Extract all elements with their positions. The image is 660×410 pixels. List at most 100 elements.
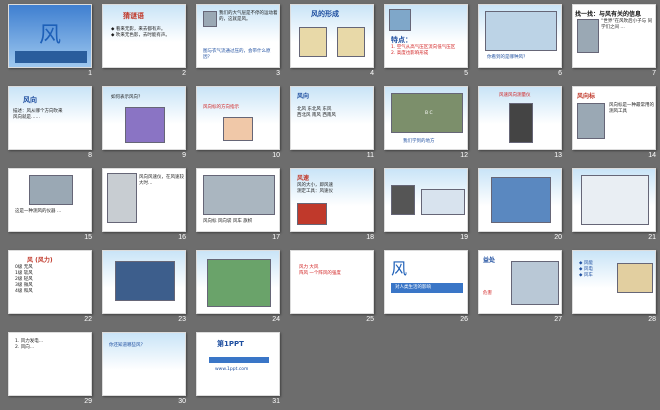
slide-thumbnail[interactable]: 这是一种测风的仪器 …: [8, 168, 92, 232]
slide-19[interactable]: 19: [384, 168, 480, 248]
slide-thumbnail[interactable]: 你还知道哪些风？: [102, 332, 186, 396]
slide-13[interactable]: 风速风向测量仪 13: [478, 86, 574, 166]
slide-14[interactable]: 风向标 风向标是一种最常用的测风工具 14: [572, 86, 660, 166]
slide-thumbnail[interactable]: 风向 北风 东北风 东风 西北风 南风 西南风: [290, 86, 374, 150]
slide-thumbnail[interactable]: 风 (风力) 0级 无风 1级 软风 2级 轻风 3级 微风 4级 和风: [8, 250, 92, 314]
slide-thumbnail[interactable]: [102, 250, 186, 314]
slide-29[interactable]: 1. 风力发电… 2. 风向… 29: [8, 332, 104, 410]
diagram-image: [223, 117, 253, 141]
slide-thumbnail[interactable]: 特点： 1. 空气从高气压区流向低气压区 2. 高度也影响形成: [384, 4, 468, 68]
photo: [485, 11, 557, 51]
slide-thumbnail[interactable]: 我们的大气层是不停的运动着的，这就是风。 图与衣气流通过压的，会带什么原因？: [196, 4, 280, 68]
slide-thumbnail[interactable]: 猜谜语 ◆ 看来无影，来去都有声。 ◆ 吹来无色影，去时能有声。: [102, 4, 186, 68]
slide-12[interactable]: B C 我们学到的地方 12: [384, 86, 480, 166]
slide-thumbnail[interactable]: 益处 危害: [478, 250, 562, 314]
slide-thumbnail[interactable]: [384, 168, 468, 232]
slide-9[interactable]: 如何表示风向？ 9: [102, 86, 198, 166]
slide-thumbnail[interactable]: 风 对人类生活的影响: [384, 250, 468, 314]
slide-30[interactable]: 你还知道哪些风？ 30: [102, 332, 198, 410]
banner: [209, 357, 269, 363]
slide-thumbnail[interactable]: 风向 描述：风从哪个方向吹来 风向就是……: [8, 86, 92, 150]
diagram-image: [299, 27, 327, 57]
slide-title: 特点：: [391, 36, 412, 44]
slide-number: 29: [84, 398, 92, 405]
slide-thumbnail[interactable]: 风力 大风 阵风 一个阵风的强度: [290, 250, 374, 314]
slide-3[interactable]: 我们的大气层是不停的运动着的，这就是风。 图与衣气流通过压的，会带什么原因？ 3: [196, 4, 292, 84]
slide-thumbnail[interactable]: 风的形成: [290, 4, 374, 68]
slide-thumbnail[interactable]: 1. 风力发电… 2. 风向…: [8, 332, 92, 396]
photo: [617, 263, 653, 293]
slide-16[interactable]: 风向风速仪，在风速较大时… 16: [102, 168, 198, 248]
slide-6[interactable]: 你看到的是哪种风？ 6: [478, 4, 574, 84]
photo: [203, 11, 217, 27]
slide-27[interactable]: 益处 危害 27: [478, 250, 574, 330]
slide-text: B C: [425, 111, 433, 116]
slide-28[interactable]: ◆ 风能 ◆ 风电 ◆ 风车 28: [572, 250, 660, 330]
slide-thumbnail[interactable]: 风速 风的大小，即风速 测定工具：风速仪: [290, 168, 374, 232]
slide-text: ◆ 风能 ◆ 风电 ◆ 风车: [579, 261, 593, 278]
slide-thumbnail[interactable]: 找一找：与风有关的信息 “世界”在风吹后小子与 同学们之间 …: [572, 4, 656, 68]
slide-thumbnail[interactable]: 风向风速仪，在风速较大时…: [102, 168, 186, 232]
photo: [297, 203, 327, 225]
photo: [203, 175, 275, 215]
slide-number: 22: [84, 316, 92, 323]
slide-31[interactable]: 第1PPT www.1ppt.com 31: [196, 332, 292, 410]
slide-number: 15: [84, 234, 92, 241]
slide-text: 这是一种测风的仪器 …: [15, 209, 62, 214]
slide-24[interactable]: 24: [196, 250, 292, 330]
slide-thumbnail[interactable]: 风: [8, 4, 92, 68]
slide-8[interactable]: 风向 描述：风从哪个方向吹来 风向就是…… 8: [8, 86, 104, 166]
slide-caption: 图与衣气流通过压的，会带什么原因？: [203, 49, 271, 60]
slide-thumbnail[interactable]: [572, 168, 656, 232]
slide-21[interactable]: 21: [572, 168, 660, 248]
slide-1[interactable]: 风 1: [8, 4, 104, 84]
slide-title: 风向: [297, 93, 310, 100]
slide-4[interactable]: 风的形成 4: [290, 4, 386, 84]
slide-thumbnail[interactable]: 如何表示风向？: [102, 86, 186, 150]
slide-15[interactable]: 这是一种测风的仪器 … 15: [8, 168, 104, 248]
photo: [511, 261, 559, 305]
slide-thumbnail[interactable]: B C 我们学到的地方: [384, 86, 468, 150]
slide-5[interactable]: 特点： 1. 空气从高气压区流向低气压区 2. 高度也影响形成 5: [384, 4, 480, 84]
slide-number: 8: [88, 152, 92, 159]
slide-thumbnail[interactable]: 风向标 风向标是一种最常用的测风工具: [572, 86, 656, 150]
slide-title: 第1PPT: [217, 340, 244, 348]
slide-text: “世界”在风吹后小子与 同学们之间 …: [601, 19, 653, 30]
slide-thumbnail[interactable]: 风向标的方向指示: [196, 86, 280, 150]
slide-text: 风向标是一种最常用的测风工具: [609, 103, 654, 114]
slide-23[interactable]: 23: [102, 250, 198, 330]
slide-number: 16: [178, 234, 186, 241]
slide-thumbnail[interactable]: 你看到的是哪种风？: [478, 4, 562, 68]
slide-18[interactable]: 风速 风的大小，即风速 测定工具：风速仪 18: [290, 168, 386, 248]
slide-thumbnail[interactable]: 风向标 风向袋 风车 旗帜: [196, 168, 280, 232]
slide-number: 10: [272, 152, 280, 159]
slide-2[interactable]: 猜谜语 ◆ 看来无影，来去都有声。 ◆ 吹来无色影，去时能有声。 2: [102, 4, 198, 84]
compass-diagram: [125, 107, 165, 143]
diagram-image: [337, 27, 365, 57]
slide-7[interactable]: 找一找：与风有关的信息 “世界”在风吹后小子与 同学们之间 … 7: [572, 4, 660, 84]
slide-number: 5: [464, 70, 468, 77]
slide-10[interactable]: 风向标的方向指示 10: [196, 86, 292, 166]
slide-26[interactable]: 风 对人类生活的影响 26: [384, 250, 480, 330]
slide-thumbnail[interactable]: ◆ 风能 ◆ 风电 ◆ 风车: [572, 250, 656, 314]
slide-caption: 风速风向测量仪: [499, 93, 531, 98]
slide-number: 14: [648, 152, 656, 159]
slide-number: 11: [366, 152, 374, 159]
diagram-image: [491, 177, 551, 223]
slide-22[interactable]: 风 (风力) 0级 无风 1级 软风 2级 轻风 3级 微风 4级 和风 22: [8, 250, 104, 330]
slide-text: ◆ 看来无影，来去都有声。 ◆ 吹来无色影，去时能有声。: [111, 27, 170, 38]
slide-title: 风向: [23, 96, 37, 104]
map-image: [207, 259, 271, 307]
slide-20[interactable]: 20: [478, 168, 574, 248]
slide-thumbnail[interactable]: [478, 168, 562, 232]
photo: [107, 173, 137, 223]
slide-thumbnail[interactable]: 第1PPT www.1ppt.com: [196, 332, 280, 396]
slide-25[interactable]: 风力 大风 阵风 一个阵风的强度 25: [290, 250, 386, 330]
slide-thumbnail[interactable]: [196, 250, 280, 314]
slide-text: 我们的大气层是不停的运动着的，这就是风。: [219, 11, 278, 22]
slide-thumbnail[interactable]: 风速风向测量仪: [478, 86, 562, 150]
slide-number: 2: [182, 70, 186, 77]
slide-17[interactable]: 风向标 风向袋 风车 旗帜 17: [196, 168, 292, 248]
slide-number: 1: [88, 70, 92, 77]
slide-11[interactable]: 风向 北风 东北风 东风 西北风 南风 西南风 11: [290, 86, 386, 166]
